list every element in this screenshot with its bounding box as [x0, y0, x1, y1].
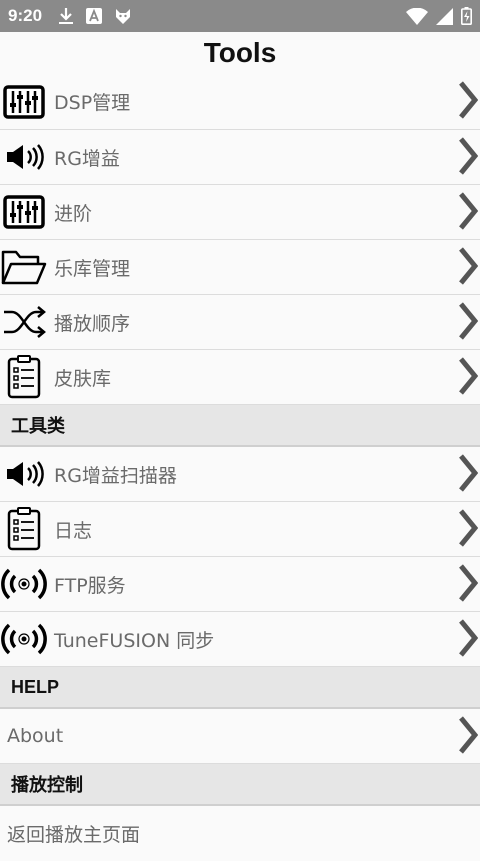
- chevron-right-icon: [459, 619, 478, 657]
- row-play-order[interactable]: 播放顺序: [0, 295, 480, 350]
- broadcast-icon: [1, 623, 47, 655]
- row-label: About: [7, 725, 64, 747]
- chevron-right-icon: [459, 509, 478, 547]
- section-header-tools: 工具类: [0, 405, 480, 447]
- row-ftp-service[interactable]: FTP服务: [0, 557, 480, 612]
- row-label: 皮肤库: [54, 367, 112, 390]
- chevron-right-icon: [459, 81, 478, 119]
- clipboard-list-icon: [7, 355, 41, 399]
- section-header-playback: 播放控制: [0, 764, 480, 806]
- chevron-right-icon: [459, 247, 478, 285]
- chevron-right-icon: [459, 137, 478, 175]
- broadcast-icon: [1, 568, 47, 600]
- download-icon: [59, 8, 74, 24]
- row-rg-gain-scanner[interactable]: RG增益扫描器: [0, 447, 480, 502]
- chevron-right-icon: [459, 302, 478, 340]
- row-label: 进阶: [54, 202, 93, 225]
- wifi-icon: [406, 7, 428, 25]
- clipboard-list-icon: [7, 507, 41, 551]
- chevron-right-icon: [459, 192, 478, 230]
- section-header-help: HELP: [0, 667, 480, 709]
- fox-icon: [116, 9, 131, 24]
- row-about[interactable]: About: [0, 709, 480, 764]
- equalizer-icon: [3, 195, 45, 229]
- row-label: DSP管理: [54, 92, 131, 114]
- chevron-right-icon: [459, 357, 478, 395]
- chevron-right-icon: [459, 564, 478, 602]
- row-log[interactable]: 日志: [0, 502, 480, 557]
- signal-icon: [436, 7, 453, 25]
- folder-icon: [1, 250, 47, 285]
- row-label: 日志: [54, 519, 93, 542]
- row-dsp-management[interactable]: DSP管理: [0, 74, 480, 130]
- row-label: RG增益: [54, 147, 120, 170]
- row-library-management[interactable]: 乐库管理: [0, 240, 480, 295]
- status-time: 9:20: [8, 6, 43, 25]
- chevron-right-icon: [459, 454, 478, 492]
- row-label: 返回播放主页面: [7, 824, 141, 846]
- battery-icon: [461, 7, 472, 25]
- row-rg-gain[interactable]: RG增益: [0, 130, 480, 185]
- font-icon: [86, 8, 103, 24]
- row-label: 播放顺序: [54, 312, 131, 335]
- chevron-right-icon: [459, 716, 478, 754]
- row-label: TuneFUSION 同步: [54, 629, 215, 652]
- page-title: Tools: [203, 37, 277, 68]
- status-bar: 9:20: [0, 0, 480, 32]
- row-label: RG增益扫描器: [54, 464, 177, 487]
- equalizer-icon: [3, 84, 45, 119]
- row-tunefusion-sync[interactable]: TuneFUSION 同步: [0, 612, 480, 667]
- speaker-icon: [7, 461, 44, 487]
- row-advanced[interactable]: 进阶: [0, 185, 480, 240]
- speaker-icon: [7, 144, 44, 170]
- shuffle-icon: [4, 306, 46, 338]
- row-label: 乐库管理: [54, 257, 131, 280]
- row-label: FTP服务: [54, 574, 126, 597]
- row-skin-library[interactable]: 皮肤库: [0, 350, 480, 405]
